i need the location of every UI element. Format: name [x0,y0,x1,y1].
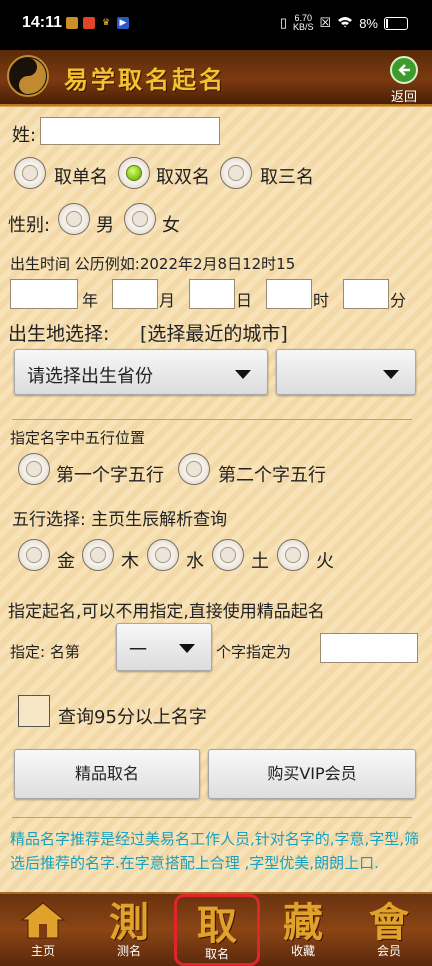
pick-name-icon: 取 [197,902,237,949]
favorites-icon: 藏 [283,899,323,946]
nav-favorites-label: 收藏 [290,944,315,958]
char-position-value: 一 [129,640,147,661]
notification-app-icon [83,17,95,29]
radio-female-label: 女 [162,215,180,236]
member-icon: 會 [369,899,409,946]
form-panel: 姓: 取单名 取双名 取三名 性别: 男 女 出生时间 公历例如:2022年2月… [0,106,432,893]
status-time: 14:11 [22,14,63,31]
specified-char-input[interactable] [320,633,418,663]
radio-male-label: 男 [96,215,114,236]
test-name-icon: 測 [109,899,149,946]
sim-icon: ☒ [319,15,332,30]
back-label: 返回 [390,90,417,105]
radio-double-name[interactable] [118,157,150,189]
day-unit: 日 [236,291,253,310]
back-button[interactable]: 返回 [386,56,422,105]
province-select-value: 请选择出生省份 [27,366,153,387]
nav-pick-name-label: 取名 [204,947,229,961]
radio-wuxing-water-label: 水 [186,551,204,572]
radio-wuxing-wood-label: 木 [121,551,139,572]
vibrate-icon: ▯ [279,15,288,30]
radio-single-name[interactable] [14,157,46,189]
radio-wuxing-wood[interactable] [82,539,114,571]
status-right: ▯ 6.70 KB/S ☒ 8% [280,14,408,32]
radio-single-name-label: 取单名 [54,167,108,188]
nav-home-label: 主页 [30,944,55,958]
radio-wuxing-water[interactable] [147,539,179,571]
day-input[interactable] [189,279,235,309]
radio-first-char-wuxing[interactable] [18,453,50,485]
notification-app-icon [66,17,78,29]
specify-title: 指定起名,可以不用指定,直接使用精品起名 [8,602,325,622]
birth-time-label: 出生时间 公历例如:2022年2月8日12时15 [10,255,296,273]
hour-input[interactable] [266,279,312,309]
divider [12,817,412,818]
wuxing-position-label: 指定名字中五行位置 [10,429,146,447]
title-bar: 易学取名起名 返回 [0,50,432,106]
radio-wuxing-earth[interactable] [212,539,244,571]
radio-first-char-wuxing-label: 第一个字五行 [56,465,164,486]
gender-label: 性别: [8,215,51,236]
radio-second-char-wuxing-label: 第二个字五行 [218,465,326,486]
year-unit: 年 [82,291,99,310]
nav-member-label: 会员 [376,944,401,958]
char-position-select[interactable]: 一 [116,623,212,671]
surname-input[interactable] [40,117,220,145]
crown-icon: ♛ [101,18,111,28]
high-score-label: 查询95分以上名字 [58,707,207,728]
divider [12,419,412,420]
month-input[interactable] [112,279,158,309]
month-unit: 月 [159,291,176,310]
back-arrow-icon [390,56,418,84]
buy-vip-button[interactable]: 购买VIP会员 [208,749,416,799]
notification-icons: ♛ ▶ [66,17,129,29]
year-input[interactable] [10,279,78,309]
bottom-nav: 主页 測 测名 取 取名 藏 收藏 會 会员 [0,892,432,966]
nav-test-name[interactable]: 測 测名 [86,894,172,966]
radio-female[interactable] [124,203,156,235]
radio-triple-name[interactable] [220,157,252,189]
radio-double-name-label: 取双名 [156,167,210,188]
radio-triple-name-label: 取三名 [260,167,314,188]
nav-favorites[interactable]: 藏 收藏 [260,894,346,966]
play-icon: ▶ [117,17,129,29]
radio-second-char-wuxing[interactable] [178,453,210,485]
logo-icon [7,55,49,97]
specify-prefix: 指定: 名第 [10,643,80,661]
battery-icon [384,16,408,30]
premium-naming-button[interactable]: 精品取名 [14,749,200,799]
birthplace-hint: [选择最近的城市] [140,323,288,345]
radio-wuxing-metal-label: 金 [57,551,75,572]
nav-home[interactable]: 主页 [0,894,86,966]
surname-label: 姓: [12,125,37,146]
hour-unit: 时 [313,291,330,310]
radio-male[interactable] [58,203,90,235]
radio-wuxing-fire-label: 火 [316,551,334,572]
high-score-checkbox[interactable] [18,695,50,727]
home-icon [20,902,66,939]
wuxing-select-label: 五行选择: 主页生辰解析查询 [12,510,228,530]
status-bar: 14:11 ♛ ▶ ▯ 6.70 KB/S ☒ 8% [0,0,432,50]
chevron-down-icon [383,370,399,379]
net-speed: 6.70 KB/S [293,14,314,32]
minute-unit: 分 [390,291,407,310]
nav-pick-name[interactable]: 取 取名 [174,894,260,966]
radio-wuxing-metal[interactable] [18,539,50,571]
wifi-icon [337,16,353,31]
nav-test-name-label: 测名 [116,944,141,958]
chevron-down-icon [235,370,251,379]
radio-wuxing-fire[interactable] [277,539,309,571]
app-title: 易学取名起名 [64,66,226,94]
net-speed-unit: KB/S [293,22,314,32]
battery-percent: 8% [359,15,378,31]
chevron-down-icon [179,644,195,653]
specify-suffix: 个字指定为 [216,643,292,661]
minute-input[interactable] [343,279,389,309]
radio-wuxing-earth-label: 土 [251,551,269,572]
premium-note: 精品名字推荐是经过美易名工作人员,针对名字的,字意,字型,筛选后推荐的名字.在字… [10,830,420,872]
birthplace-label: 出生地选择: [8,323,110,345]
province-select[interactable]: 请选择出生省份 [14,349,268,395]
city-select[interactable] [276,349,416,395]
nav-member[interactable]: 會 会员 [346,894,432,966]
